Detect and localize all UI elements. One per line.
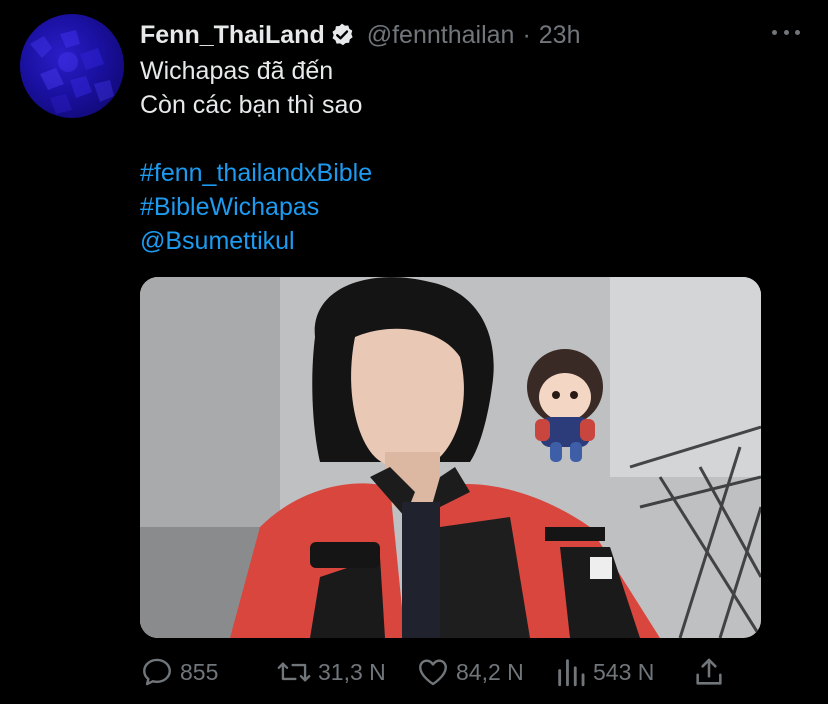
- display-name[interactable]: Fenn_ThaiLand: [140, 21, 325, 50]
- like-count: 84,2 N: [456, 658, 524, 685]
- handle[interactable]: @fennthailan: [367, 21, 515, 50]
- reply-bubble-icon: [143, 658, 171, 686]
- tweet-photo[interactable]: [140, 277, 761, 638]
- tweet: Fenn_ThaiLand @fennthailan · 23h Wichapa…: [0, 0, 828, 704]
- avatar[interactable]: [20, 14, 124, 118]
- share-upload-icon: [696, 658, 722, 685]
- dot: [772, 29, 777, 35]
- dot: [783, 29, 789, 35]
- reply-count: 855: [180, 658, 219, 685]
- hashtag-link[interactable]: #fenn_thailandxBible: [140, 156, 780, 190]
- separator: ·: [522, 20, 531, 49]
- verified-badge-icon: [332, 23, 353, 46]
- avatar-pattern: [30, 30, 114, 114]
- heart-icon: [419, 659, 447, 686]
- views-button[interactable]: 543 N: [555, 652, 654, 692]
- retweet-count: 31,3 N: [318, 658, 386, 685]
- tweet-text-line: Còn các bạn thì sao: [140, 91, 363, 119]
- retweet-icon: [277, 662, 311, 682]
- dot: [795, 29, 800, 35]
- reply-button[interactable]: 855: [140, 652, 218, 692]
- tweet-actions: 855 31,3 N 84,2 N 543 N: [140, 652, 740, 692]
- mention-link[interactable]: @Bsumettikul: [140, 224, 780, 258]
- tweet-text: Wichapas đã đến Còn các bạn thì sao #fen…: [140, 54, 780, 258]
- timestamp[interactable]: 23h: [539, 21, 581, 50]
- photo-illustration: [140, 277, 761, 638]
- tweet-text-line: Wichapas đã đến: [140, 57, 334, 85]
- more-dots-icon[interactable]: [772, 22, 800, 42]
- tweet-header: Fenn_ThaiLand @fennthailan · 23h: [140, 18, 581, 52]
- views-bars-icon: [558, 659, 585, 687]
- views-count: 543 N: [593, 658, 655, 685]
- like-button[interactable]: 84,2 N: [416, 652, 524, 692]
- share-button[interactable]: [692, 652, 732, 692]
- hashtag-link[interactable]: #BibleWichapas: [140, 190, 780, 224]
- retweet-button[interactable]: 31,3 N: [276, 652, 386, 692]
